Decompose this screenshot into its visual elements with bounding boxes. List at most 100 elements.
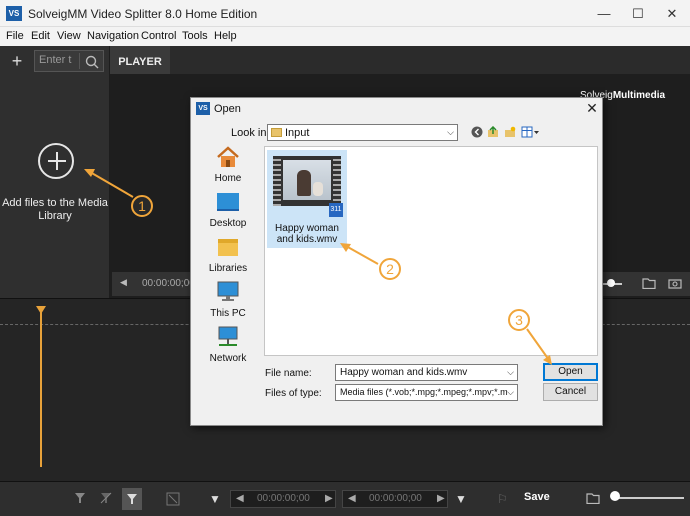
end-time-value: 00:00:00;00: [369, 493, 422, 504]
look-in-value: Input: [285, 127, 310, 139]
file-name-field[interactable]: Happy woman and kids.wmv ⌵: [335, 364, 518, 381]
folder-icon[interactable]: [642, 277, 656, 289]
file-list[interactable]: 311 Happy woman and kids.wmv: [264, 146, 598, 356]
menu-bar: File Edit View Navigation Control Tools …: [0, 27, 690, 46]
media-library-panel: + Enter t Add files to the Media Library: [0, 46, 110, 298]
callout-1: 1: [131, 195, 153, 217]
file-type-select[interactable]: Media files (*.vob;*.mpg;*.mpeg;*.mpv;*.…: [335, 384, 518, 401]
up-folder-icon[interactable]: [487, 126, 499, 138]
end-prev-icon[interactable]: ◀: [348, 491, 356, 507]
menu-navigation[interactable]: Navigation: [87, 30, 139, 42]
start-prev-icon[interactable]: ◀: [236, 491, 244, 507]
file-item[interactable]: 311 Happy woman and kids.wmv: [267, 150, 347, 248]
app-icon: VS: [6, 6, 22, 21]
place-label: This PC: [210, 308, 246, 319]
chevron-down-icon[interactable]: ⌵: [507, 367, 514, 378]
tab-player[interactable]: PLAYER: [110, 46, 170, 74]
start-next-icon[interactable]: ▶: [325, 491, 333, 507]
place-this-pc[interactable]: This PC: [198, 281, 258, 325]
dialog-title: Open: [214, 103, 241, 115]
mute-icon[interactable]: [166, 492, 180, 506]
zoom-slider-knob[interactable]: [610, 491, 620, 501]
video-thumbnail: [273, 156, 341, 206]
playhead-line: [40, 312, 42, 467]
filter-icon[interactable]: [74, 492, 86, 504]
close-button[interactable]: ✕: [655, 0, 689, 27]
menu-control[interactable]: Control: [141, 30, 176, 42]
look-in-combo[interactable]: Input ⌵: [267, 124, 458, 141]
library-search[interactable]: Enter t: [34, 50, 104, 72]
dialog-app-icon: VS: [196, 102, 210, 115]
place-libraries[interactable]: Libraries: [198, 236, 258, 280]
chevron-down-icon[interactable]: ⌵: [507, 387, 514, 398]
flag-icon[interactable]: ⚐: [497, 492, 508, 506]
snapshot-icon[interactable]: [668, 277, 682, 289]
minimize-button[interactable]: —: [587, 0, 621, 27]
volume-knob[interactable]: [607, 279, 615, 287]
thumbnail-figure: [297, 170, 311, 196]
home-icon: [217, 146, 239, 167]
bottom-toolbar: ▼ ◀ 00:00:00;00 ▶ ◀ 00:00:00;00 ▶ ▼ ⚐ Sa…: [0, 481, 690, 516]
view-menu-icon[interactable]: [521, 126, 539, 138]
active-filter-button[interactable]: [122, 488, 142, 510]
search-divider: [79, 53, 80, 69]
menu-view[interactable]: View: [57, 30, 81, 42]
marker-down-icon-2[interactable]: ▼: [455, 492, 467, 506]
add-file-button[interactable]: +: [6, 50, 28, 72]
file-type-label: Files of type:: [265, 388, 322, 399]
prev-frame-icon[interactable]: ◀: [120, 277, 127, 288]
filter-active-icon: [127, 494, 137, 504]
place-label: Network: [209, 353, 247, 364]
end-time-field[interactable]: ◀ 00:00:00;00 ▶: [342, 490, 448, 508]
thumbnail-image: [283, 160, 331, 200]
libraries-icon: [218, 239, 238, 256]
file-name-value: Happy woman and kids.wmv: [340, 367, 468, 378]
filter-off-icon[interactable]: [100, 492, 112, 504]
this-pc-icon: [217, 281, 239, 301]
title-bar: VS SolveigMM Video Splitter 8.0 Home Edi…: [0, 0, 690, 27]
places-bar: Home Desktop Libraries This PC Network: [198, 146, 258, 372]
start-time-field[interactable]: ◀ 00:00:00;00 ▶: [230, 490, 336, 508]
player-tab-strip: PLAYER: [110, 46, 690, 74]
place-label: Libraries: [208, 263, 248, 274]
callout-3: 3: [508, 309, 530, 331]
save-button[interactable]: Save: [524, 491, 550, 503]
menu-tools[interactable]: Tools: [182, 30, 208, 42]
menu-help[interactable]: Help: [214, 30, 237, 42]
place-network[interactable]: Network: [198, 326, 258, 370]
player-time: 00:00:00;00: [142, 278, 195, 289]
start-time-value: 00:00:00;00: [257, 493, 310, 504]
cancel-button[interactable]: Cancel: [543, 383, 598, 401]
file-type-badge: 311: [329, 203, 343, 217]
add-files-text[interactable]: Add files to the Media Library: [2, 197, 108, 223]
film-strip-left: [273, 156, 281, 206]
dialog-close-button[interactable]: ✕: [582, 99, 602, 117]
desktop-icon: [217, 193, 239, 211]
folder-icon: [271, 128, 282, 137]
add-files-icon[interactable]: [38, 143, 74, 179]
zoom-slider[interactable]: [612, 497, 684, 499]
end-next-icon[interactable]: ▶: [437, 491, 445, 507]
window-title: SolveigMM Video Splitter 8.0 Home Editio…: [28, 7, 258, 21]
look-in-label: Look in:: [231, 127, 270, 139]
output-folder-icon[interactable]: [586, 492, 600, 504]
callout-2: 2: [379, 258, 401, 280]
maximize-button[interactable]: ☐: [621, 0, 655, 27]
film-strip-right: [333, 156, 341, 206]
thumbnail-figure-2: [313, 182, 323, 196]
open-button[interactable]: Open: [543, 363, 598, 381]
chevron-down-icon[interactable]: ⌵: [447, 127, 454, 138]
marker-down-icon[interactable]: ▼: [209, 492, 221, 506]
back-icon[interactable]: [471, 126, 483, 138]
file-name: Happy woman and kids.wmv: [275, 223, 339, 245]
search-input[interactable]: Enter t: [39, 54, 79, 68]
place-label: Home: [214, 173, 242, 184]
search-icon[interactable]: [83, 53, 101, 71]
place-home[interactable]: Home: [198, 146, 258, 190]
new-folder-icon[interactable]: [504, 126, 516, 138]
menu-file[interactable]: File: [6, 30, 24, 42]
place-desktop[interactable]: Desktop: [198, 191, 258, 235]
network-icon: [218, 326, 238, 346]
file-type-value: Media files (*.vob;*.mpg;*.mpeg;*.mpv;*.…: [340, 387, 508, 397]
menu-edit[interactable]: Edit: [31, 30, 50, 42]
